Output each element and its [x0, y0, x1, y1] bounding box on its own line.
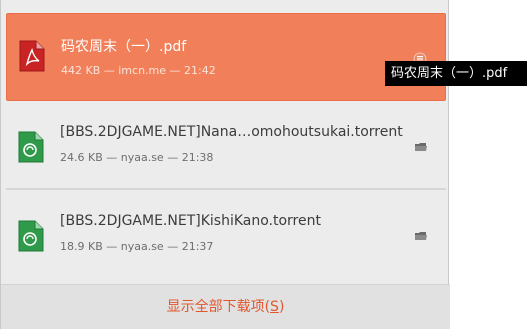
show-folder-icon[interactable] — [414, 228, 428, 242]
torrent-file-icon — [18, 131, 44, 163]
download-status: 24.6 KB — nyaa.se — 21:38 — [60, 151, 214, 164]
show-all-label: 显示全部下载项( — [166, 299, 271, 315]
download-status: 18.9 KB — nyaa.se — 21:37 — [60, 240, 214, 253]
download-status: 442 KB — imcn.me — 21:42 — [61, 64, 216, 77]
show-all-label-close: ) — [278, 299, 285, 315]
download-item[interactable]: [BBS.2DJGAME.NET]KishiKano.torrent 18.9 … — [6, 189, 446, 276]
show-folder-icon[interactable] — [414, 139, 428, 153]
download-item[interactable]: [BBS.2DJGAME.NET]Nana…omohoutsukai.torre… — [6, 101, 446, 189]
show-all-downloads-button[interactable]: 显示全部下载项(S) — [1, 284, 450, 329]
show-all-accesskey: S — [270, 299, 279, 315]
downloads-panel: 码农周末（一）.pdf 442 KB — imcn.me — 21:42 [BB… — [0, 0, 450, 329]
torrent-file-icon — [18, 220, 44, 252]
download-item[interactable]: 码农周末（一）.pdf 442 KB — imcn.me — 21:42 — [6, 13, 446, 101]
download-filename: [BBS.2DJGAME.NET]Nana…omohoutsukai.torre… — [60, 124, 403, 140]
filename-tooltip: 码农周末（一）.pdf — [385, 61, 527, 86]
pdf-file-icon — [19, 40, 45, 72]
download-filename: [BBS.2DJGAME.NET]KishiKano.torrent — [60, 213, 321, 229]
download-filename: 码农周末（一）.pdf — [61, 39, 187, 55]
